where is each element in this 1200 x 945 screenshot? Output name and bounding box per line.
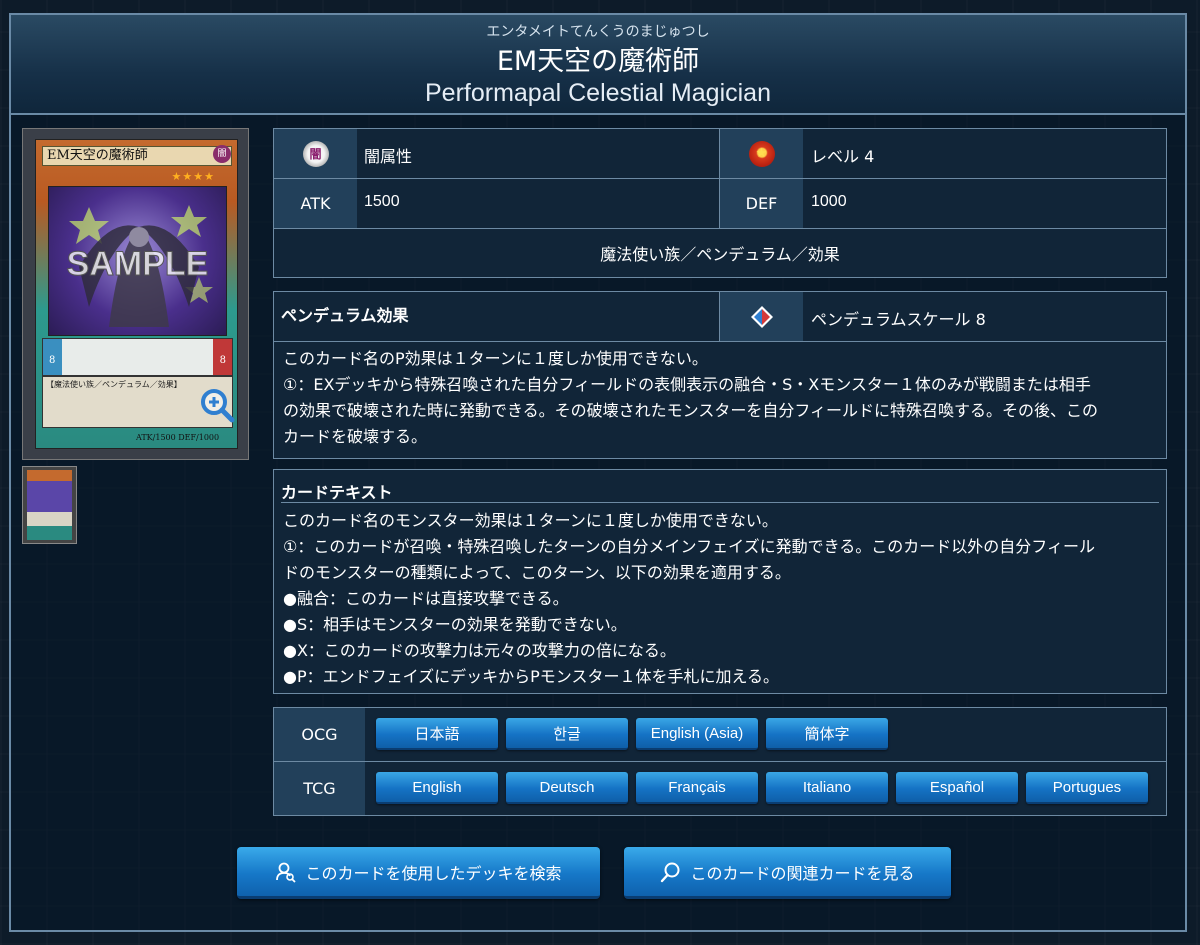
pendulum-effect-line: ①：EXデッキから特殊召喚された自分フィールドの表側表示の融合・S・Xモンスター…: [283, 375, 1091, 394]
card-text-line: ●X：このカードの攻撃力は元々の攻撃力の倍になる。: [283, 641, 676, 660]
card-image-attribute-icon: 闇: [213, 145, 231, 163]
def-value: 1000: [811, 193, 847, 210]
card-image-scale-left: 8: [49, 355, 56, 366]
def-label: DEF: [720, 179, 803, 228]
related-cards-label: このカードの関連カードを見る: [690, 863, 915, 883]
ocg-label: OCG: [274, 708, 365, 761]
attribute-dark-icon: 闇: [302, 140, 329, 167]
card-art: SAMPLE: [48, 186, 227, 336]
card-image-stat-line: ATK/1500 DEF/1000: [136, 433, 220, 442]
language-panel: OCG TCG 日本語 한글 English (Asia) 簡体字 Englis…: [273, 707, 1167, 816]
pendulum-scale-icon-cell: [720, 292, 803, 341]
related-cards-button[interactable]: このカードの関連カードを見る: [624, 847, 951, 899]
lang-button-simplified-chinese[interactable]: 簡体字: [766, 718, 888, 750]
atk-value: 1500: [364, 193, 400, 210]
attribute-value: 闇属性: [364, 147, 413, 166]
pendulum-effect-text: このカード名のP効果は１ターンに１度しか使用できない。 ①：EXデッキから特殊召…: [283, 346, 1158, 450]
card-name-jp: EM天空の魔術師: [496, 46, 700, 77]
card-image-title: EM天空の魔術師: [42, 146, 232, 166]
card-thumbnail-image: [27, 470, 72, 540]
user-search-icon: [276, 862, 297, 883]
tcg-label: TCG: [274, 762, 365, 815]
pendulum-effect-panel: ペンデュラム効果 ペンデュラムスケール 8 このカード名のP効果は１ターンに１度…: [273, 291, 1167, 459]
card-text-title: カードテキスト: [281, 483, 393, 502]
lang-button-english-asia[interactable]: English (Asia): [636, 718, 758, 750]
pendulum-effect-title: ペンデュラム効果: [281, 306, 409, 325]
card-artwork-frame: EM天空の魔術師 闇 ★★★★ SAMPLE 8 8 【魔法使い族／ペンデュラム…: [35, 139, 238, 449]
card-header: エンタメイトてんくうのまじゅつし EM天空の魔術師 Performapal Ce…: [11, 15, 1185, 115]
monster-types: 魔法使い族／ペンデュラム／効果: [600, 245, 840, 264]
pendulum-effect-line: このカード名のP効果は１ターンに１度しか使用できない。: [283, 349, 708, 368]
card-text-line: ●融合：このカードは直接攻撃できる。: [283, 589, 569, 608]
card-text-line: ●P：エンドフェイズにデッキからPモンスター１体を手札に加える。: [283, 667, 779, 686]
card-thumbnail[interactable]: [22, 466, 77, 544]
attribute-icon-glyph: 闇: [309, 147, 322, 161]
card-text-line: ●S：相手はモンスターの効果を発動できない。: [283, 615, 627, 634]
card-name-ruby: エンタメイトてんくうのまじゅつし: [486, 24, 710, 40]
card-text-line: ドのモンスターの種類によって、このターン、以下の効果を適用する。: [283, 563, 791, 582]
deck-search-label: このカードを使用したデッキを検索: [305, 863, 562, 883]
atk-label: ATK: [274, 179, 357, 228]
lang-button-deutsch[interactable]: Deutsch: [506, 772, 628, 804]
card-name-en: Performapal Celestial Magician: [425, 79, 771, 107]
card-text-line: このカード名のモンスター効果は１ターンに１度しか使用できない。: [283, 511, 778, 530]
lang-button-francais[interactable]: Français: [636, 772, 758, 804]
lang-button-english[interactable]: English: [376, 772, 498, 804]
card-image-pendulum-box: 8 8: [42, 338, 233, 376]
lang-button-espanol[interactable]: Español: [896, 772, 1018, 804]
zoom-in-icon[interactable]: [198, 386, 236, 424]
card-image-level-stars: ★★★★: [171, 170, 215, 183]
stats-panel: 闇 闇属性 ★ レベル 4 ATK 1500 DEF 1000 魔法使い族／ペン…: [273, 128, 1167, 278]
pendulum-scale-value: ペンデュラムスケール 8: [811, 310, 986, 329]
pendulum-scale-icon: [750, 305, 773, 328]
card-text-panel: カードテキスト このカード名のモンスター効果は１ターンに１度しか使用できない。 …: [273, 469, 1167, 694]
card-image-type-line: 【魔法使い族／ペンデュラム／効果】: [46, 380, 182, 389]
pendulum-effect-line: カードを破壊する。: [283, 427, 428, 446]
level-value: レベル 4: [811, 147, 875, 166]
lang-button-japanese[interactable]: 日本語: [376, 718, 498, 750]
card-image[interactable]: EM天空の魔術師 闇 ★★★★ SAMPLE 8 8 【魔法使い族／ペンデュラム…: [22, 128, 249, 460]
lang-button-korean[interactable]: 한글: [506, 718, 628, 750]
deck-search-button[interactable]: このカードを使用したデッキを検索: [237, 847, 600, 899]
card-text-line: ①：このカードが召喚・特殊召喚したターンの自分メインフェイズに発動できる。このカ…: [283, 537, 1095, 556]
level-star-icon: ★: [748, 140, 775, 167]
level-icon-cell: ★: [720, 129, 803, 178]
lang-button-italiano[interactable]: Italiano: [766, 772, 888, 804]
search-icon: [661, 862, 680, 882]
sample-watermark: SAMPLE: [66, 245, 209, 284]
attribute-icon-cell: 闇: [274, 129, 357, 178]
card-image-scale-right: 8: [219, 355, 226, 366]
pendulum-effect-line: の効果で破壊された時に発動できる。その破壊されたモンスターを自分フィールドに特殊…: [283, 401, 1099, 420]
card-text-body: このカード名のモンスター効果は１ターンに１度しか使用できない。 ①：このカードが…: [283, 508, 1158, 690]
lang-button-portugues[interactable]: Portugues: [1026, 772, 1148, 804]
